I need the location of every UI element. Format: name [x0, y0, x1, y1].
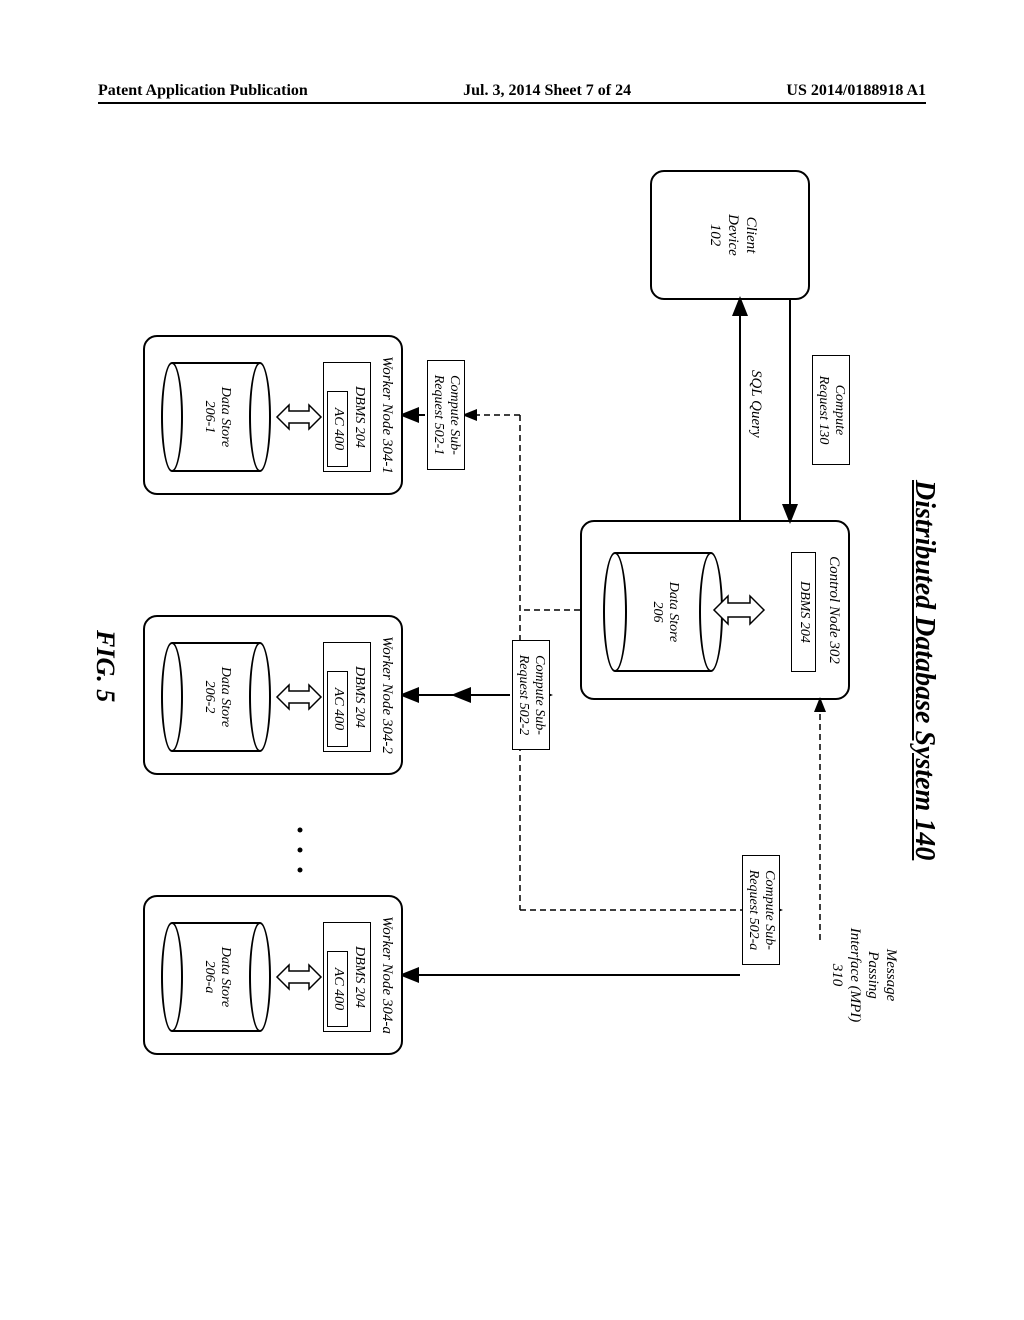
header-right: US 2014/0188918 A1 [786, 82, 926, 100]
compute-request-l2: Request 130 [815, 360, 831, 460]
control-ds-l1: Data Store [665, 552, 681, 672]
sub-request-2: Compute Sub- Request 502-2 [512, 640, 550, 750]
sr2-l2: Request 502-2 [515, 645, 531, 745]
client-line3: 102 [706, 172, 724, 298]
control-datastore: Data Store 206 [603, 552, 723, 672]
mpi-l2: Passing [864, 900, 882, 1050]
page-header: Patent Application Publication Jul. 3, 2… [0, 82, 1024, 100]
sra-l1: Compute Sub- [761, 860, 777, 960]
worker-node-2: Worker Node 304-2 DBMS 204 AC 400 Data S… [143, 615, 403, 775]
sr2-l1: Compute Sub- [531, 645, 547, 745]
figure-label: FIG. 5 [90, 630, 120, 702]
sub-request-a: Compute Sub- Request 502-a [742, 855, 780, 965]
control-ds-l2: 206 [649, 552, 665, 672]
mpi-label: Message Passing Interface (MPI) 310 [828, 900, 900, 1050]
mpi-l4: 310 [828, 900, 846, 1050]
client-line1: Client [742, 172, 760, 298]
client-device-box: Client Device 102 [650, 170, 810, 300]
control-dbms-box: DBMS 204 [791, 552, 816, 672]
control-node-box: Control Node 302 DBMS 204 Data Store 206 [580, 520, 850, 700]
compute-request-l1: Compute [831, 360, 847, 460]
sr1-l1: Compute Sub- [446, 365, 462, 465]
sra-l2: Request 502-a [745, 860, 761, 960]
client-line2: Device [724, 172, 742, 298]
sub-request-1: Compute Sub- Request 502-1 [427, 360, 465, 470]
diagram-title: Distributed Database System 140 [908, 480, 940, 860]
header-center: Jul. 3, 2014 Sheet 7 of 24 [463, 82, 631, 100]
header-left: Patent Application Publication [98, 82, 308, 100]
compute-request-box: Compute Request 130 [812, 355, 850, 465]
sr1-l2: Request 502-1 [430, 365, 446, 465]
control-node-title: Control Node 302 [825, 522, 842, 698]
figure-diagram: Distributed Database System 140 Client D… [0, 170, 920, 970]
mpi-l1: Message [882, 900, 900, 1050]
worker-node-a: Worker Node 304-a DBMS 204 AC 400 Data S… [143, 895, 403, 1055]
worker-node-1: Worker Node 304-1 DBMS 204 AC 400 Data S… [143, 335, 403, 495]
mpi-l3: Interface (MPI) [846, 900, 864, 1050]
control-dbms-label: DBMS 204 [797, 581, 812, 643]
header-rule [98, 102, 926, 104]
sql-query-label: SQL Query [747, 370, 765, 438]
